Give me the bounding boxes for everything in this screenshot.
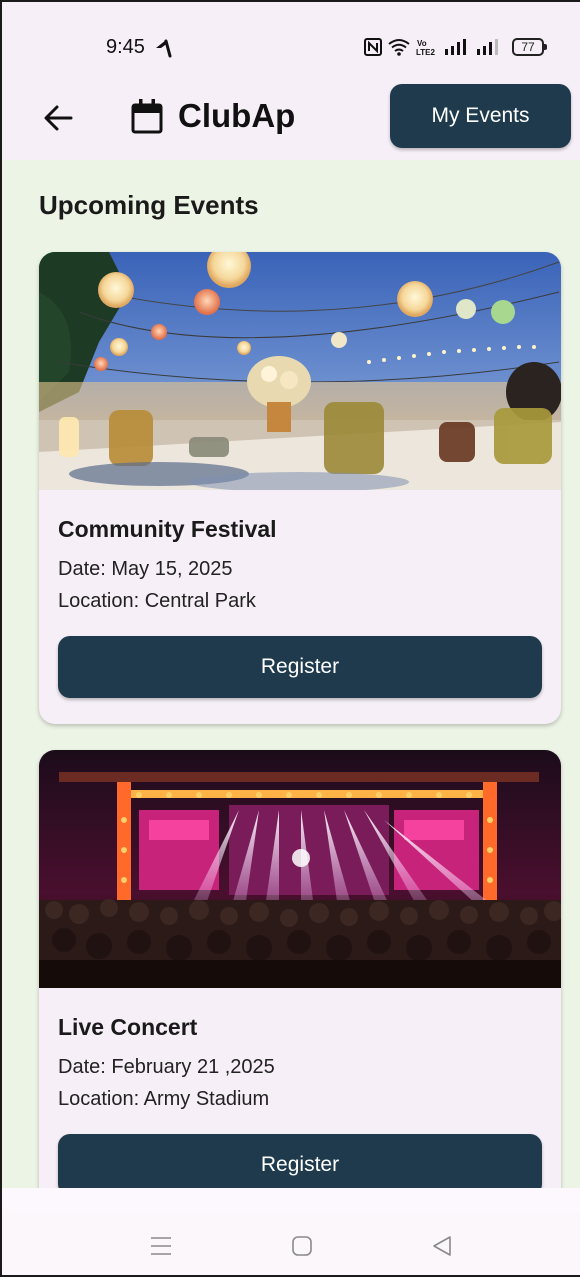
recents-button[interactable] (143, 1228, 179, 1264)
nfc-icon (364, 38, 382, 56)
event-date: Date: May 15, 2025 (58, 558, 233, 580)
status-icons: Vo LTE2 77 (364, 36, 547, 58)
volte-icon: Vo LTE2 (416, 39, 436, 56)
section-title: Upcoming Events (39, 190, 259, 220)
home-square-icon (292, 1236, 312, 1256)
svg-text:Vo: Vo (417, 39, 427, 48)
register-button[interactable]: Register (58, 1134, 542, 1188)
signal-icon (445, 39, 466, 55)
event-location: Location: Central Park (58, 590, 256, 612)
svg-text:LTE2: LTE2 (416, 48, 436, 56)
register-button[interactable]: Register (58, 636, 542, 698)
event-card: Community Festival Date: May 15, 2025 Lo… (39, 252, 561, 724)
system-nav-bar (2, 1214, 580, 1275)
event-image-festival (39, 252, 561, 490)
carrier-icon (156, 39, 172, 58)
menu-icon (151, 1237, 171, 1255)
signal-icon (477, 39, 498, 55)
app-title-group: ClubAp (130, 94, 295, 138)
event-title: Community Festival (58, 516, 277, 542)
status-time: 9:45 (106, 36, 145, 58)
event-image-concert (39, 750, 561, 988)
status-bar: 9:45 Vo LTE2 77 (2, 2, 580, 82)
event-location: Location: Army Stadium (58, 1088, 270, 1110)
home-button[interactable] (284, 1228, 320, 1264)
wifi-icon (388, 39, 410, 56)
back-button[interactable] (38, 98, 78, 138)
calendar-icon (131, 99, 163, 134)
event-title: Live Concert (58, 1014, 198, 1040)
app-bar: ClubAp My Events (2, 82, 580, 160)
back-triangle-icon (433, 1236, 451, 1256)
my-events-button[interactable]: My Events (390, 84, 571, 148)
event-date: Date: February 21 ,2025 (58, 1056, 275, 1078)
events-list[interactable]: Upcoming Events Community Festival Date:… (2, 160, 580, 1188)
event-card: Live Concert Date: February 21 ,2025 Loc… (39, 750, 561, 1188)
back-arrow-icon (44, 105, 73, 131)
app-title: ClubAp (178, 97, 296, 134)
back-nav-button[interactable] (424, 1228, 460, 1264)
battery-icon: 77 (512, 38, 547, 56)
phone-screen: 9:45 Vo LTE2 77 ClubAp My Events Upcomin… (0, 0, 580, 1277)
